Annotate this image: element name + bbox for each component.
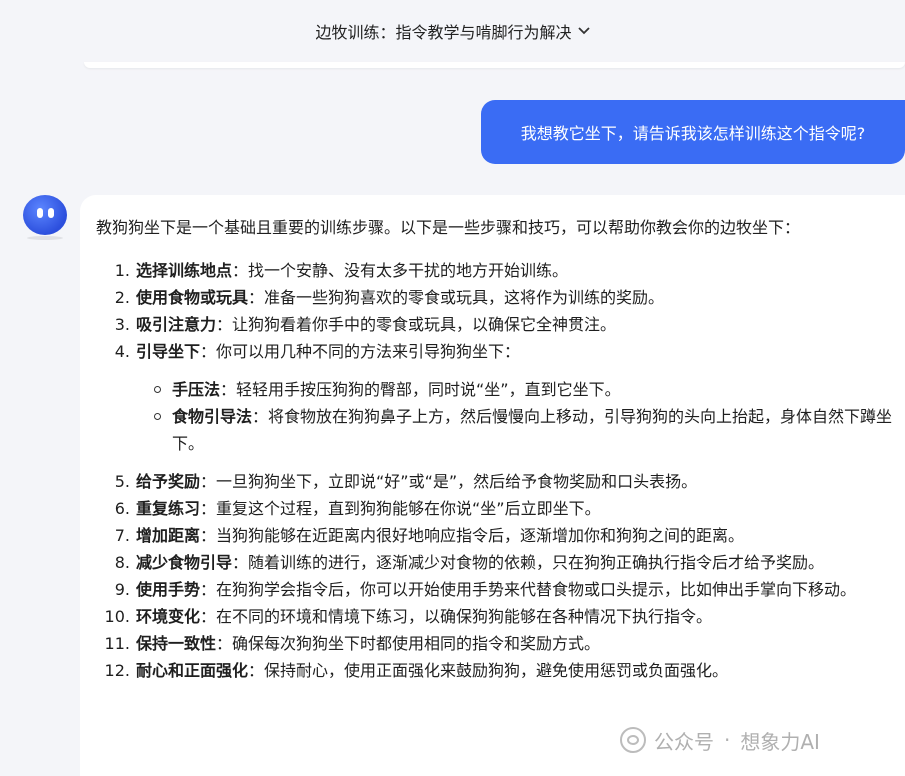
step-number: 6. (114, 499, 130, 518)
assistant-intro: 教狗狗坐下是一个基础且重要的训练步骤。以下是一些步骤和技巧，可以帮助你教会你的边… (96, 218, 801, 237)
list-item: 12. 耐心和正面强化：保持耐心，使用正面强化来鼓励狗狗，避免使用惩罚或负面强化… (96, 657, 905, 684)
sub-list: 手压法：轻轻用手按压狗狗的臀部，同时说“坐”，直到它坐下。 食物引导法：将食物放… (136, 376, 898, 457)
step-number: 8. (114, 553, 130, 572)
step-text: ：让狗狗看着你手中的零食或玩具，以确保它全神贯注。 (216, 315, 617, 334)
step-number: 7. (114, 526, 130, 545)
sub-text: ：将食物放在狗狗鼻子上方，然后慢慢向上移动，引导狗狗的头向上抬起，身体自然下蹲坐… (172, 407, 893, 453)
list-item: 7. 增加距离：当狗狗能够在近距离内很好地响应指令后，逐渐增加你和狗狗之间的距离… (96, 522, 905, 549)
step-number: 5. (114, 472, 130, 491)
step-title: 给予奖励 (136, 472, 201, 491)
step-text: ：准备一些狗狗喜欢的零食或玩具，这将作为训练的奖励。 (248, 288, 665, 307)
user-message-text: 我想教它坐下，请告诉我该怎样训练这个指令呢? (520, 124, 866, 143)
step-number: 11. (104, 634, 130, 653)
sub-text: ：轻轻用手按压狗狗的臀部，同时说“坐”，直到它坐下。 (220, 380, 621, 399)
step-title: 保持一致性 (136, 634, 217, 653)
step-number: 4. (114, 342, 130, 361)
list-item: 3. 吸引注意力：让狗狗看着你手中的零食或玩具，以确保它全神贯注。 (96, 311, 905, 338)
step-title: 环境变化 (136, 607, 201, 626)
sub-list-item: 食物引导法：将食物放在狗狗鼻子上方，然后慢慢向上移动，引导狗狗的头向上抬起，身体… (136, 403, 898, 457)
step-title: 引导坐下 (136, 342, 201, 361)
list-item: 4. 引导坐下：你可以用几种不同的方法来引导狗狗坐下： 手压法：轻轻用手按压狗狗… (96, 338, 905, 468)
step-text: ：重复这个过程，直到狗狗能够在你说“坐”后立即坐下。 (200, 499, 601, 518)
watermark-separator: · (724, 728, 731, 752)
chevron-down-icon[interactable] (577, 27, 590, 35)
watermark-left-text: 公众号 (654, 729, 714, 754)
list-item: 2. 使用食物或玩具：准备一些狗狗喜欢的零食或玩具，这将作为训练的奖励。 (96, 284, 905, 311)
list-item: 6. 重复练习：重复这个过程，直到狗狗能够在你说“坐”后立即坐下。 (96, 495, 905, 522)
bullet-icon (136, 376, 172, 403)
step-number: 9. (114, 580, 130, 599)
step-title: 耐心和正面强化 (136, 661, 249, 680)
step-text: ：一旦狗狗坐下，立即说“好”或“是”，然后给予食物奖励和口头表扬。 (200, 472, 698, 491)
step-text: ：你可以用几种不同的方法来引导狗狗坐下： (200, 342, 521, 361)
step-text: ：在狗狗学会指令后，你可以开始使用手势来代替食物或口头提示，比如伸出手掌向下移动… (200, 580, 857, 599)
step-text: ：随着训练的进行，逐渐减少对食物的依赖，只在狗狗正确执行指令后才给予奖励。 (232, 553, 825, 572)
step-number: 12. (104, 661, 130, 680)
list-item: 5. 给予奖励：一旦狗狗坐下，立即说“好”或“是”，然后给予食物奖励和口头表扬。 (96, 468, 905, 495)
list-item: 9. 使用手势：在狗狗学会指令后，你可以开始使用手势来代替食物或口头提示，比如伸… (96, 576, 905, 603)
step-title: 重复练习 (136, 499, 201, 518)
watermark-right-text: 想象力AI (740, 729, 820, 754)
step-number: 3. (114, 315, 130, 334)
avatar-shadow (27, 236, 63, 240)
sub-title: 手压法 (172, 380, 221, 399)
steps-list: 1. 选择训练地点：找一个安静、没有太多干扰的地方开始训练。 2. 使用食物或玩… (96, 257, 905, 684)
list-item: 1. 选择训练地点：找一个安静、没有太多干扰的地方开始训练。 (96, 257, 905, 284)
step-title: 使用手势 (136, 580, 201, 599)
watermark: 公众号 · 想象力AI (620, 725, 820, 755)
conversation-header[interactable]: 边牧训练：指令教学与啃脚行为解决 (0, 0, 905, 62)
step-title: 使用食物或玩具 (136, 288, 249, 307)
step-text: ：在不同的环境和情境下练习，以确保狗狗能够在各种情况下执行指令。 (200, 607, 713, 626)
step-text: ：当狗狗能够在近距离内很好地响应指令后，逐渐增加你和狗狗之间的距离。 (200, 526, 745, 545)
step-title: 选择训练地点 (136, 261, 233, 280)
header-divider (84, 62, 905, 68)
bullet-icon (136, 403, 172, 457)
step-title: 增加距离 (136, 526, 201, 545)
step-text: ：找一个安静、没有太多干扰的地方开始训练。 (232, 261, 569, 280)
step-text: ：确保每次狗狗坐下时都使用相同的指令和奖励方式。 (216, 634, 601, 653)
list-item: 10. 环境变化：在不同的环境和情境下练习，以确保狗狗能够在各种情况下执行指令。 (96, 603, 905, 630)
step-number: 10. (104, 607, 130, 626)
robot-avatar-icon (23, 195, 67, 235)
sub-title: 食物引导法 (172, 407, 253, 426)
assistant-message: 教狗狗坐下是一个基础且重要的训练步骤。以下是一些步骤和技巧，可以帮助你教会你的边… (80, 195, 905, 776)
list-item: 8. 减少食物引导：随着训练的进行，逐渐减少对食物的依赖，只在狗狗正确执行指令后… (96, 549, 905, 576)
step-number: 1. (114, 261, 130, 280)
step-title: 吸引注意力 (136, 315, 217, 334)
list-item: 11. 保持一致性：确保每次狗狗坐下时都使用相同的指令和奖励方式。 (96, 630, 905, 657)
step-text: ：保持耐心，使用正面强化来鼓励狗狗，避免使用惩罚或负面强化。 (248, 661, 729, 680)
wechat-official-account-icon (620, 727, 646, 753)
step-number: 2. (114, 288, 130, 307)
sub-list-item: 手压法：轻轻用手按压狗狗的臀部，同时说“坐”，直到它坐下。 (136, 376, 898, 403)
user-message-bubble: 我想教它坐下，请告诉我该怎样训练这个指令呢? (481, 100, 905, 164)
step-title: 减少食物引导 (136, 553, 233, 572)
conversation-title: 边牧训练：指令教学与啃脚行为解决 (315, 23, 572, 42)
